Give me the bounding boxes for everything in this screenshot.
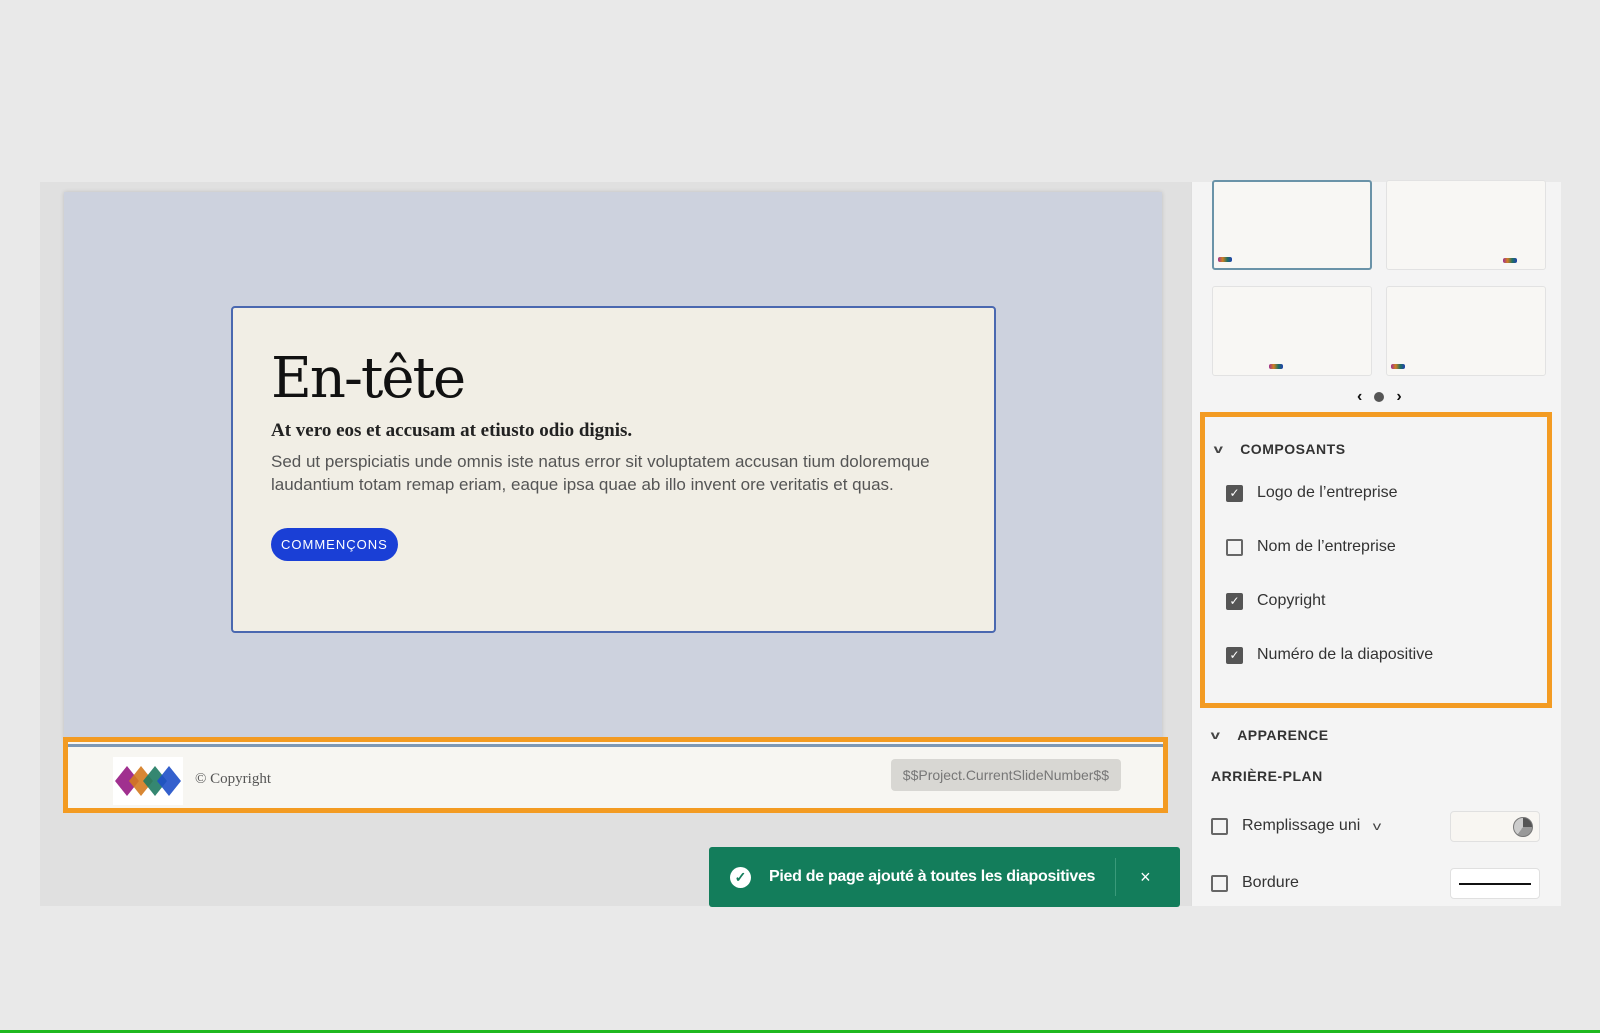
chevron-right-icon[interactable]: › bbox=[1396, 388, 1401, 406]
checkbox-checked[interactable]: ✓ bbox=[1226, 592, 1243, 610]
components-title: COMPOSANTS bbox=[1240, 441, 1346, 457]
layout-thumbnail[interactable] bbox=[1386, 180, 1546, 270]
appearance-title: APPARENCE bbox=[1237, 727, 1329, 743]
footer-slide-number: $$Project.CurrentSlideNumber$$ bbox=[890, 759, 1121, 791]
checkbox-checked[interactable]: ✓ bbox=[1226, 484, 1243, 502]
appearance-header[interactable]: v APPARENCE bbox=[1210, 727, 1329, 743]
footer-inner: © Copyright $$Project.CurrentSlideNumber… bbox=[68, 744, 1163, 808]
slide-footer[interactable]: © Copyright $$Project.CurrentSlideNumber… bbox=[63, 737, 1168, 813]
company-logo-icon bbox=[113, 757, 183, 805]
chevron-down-icon: v bbox=[1210, 728, 1221, 742]
thumbnail-pager: ‹ › bbox=[1357, 388, 1402, 406]
border-checkbox[interactable]: Bordure bbox=[1211, 874, 1299, 892]
border-style-select[interactable] bbox=[1450, 868, 1540, 899]
checkbox-checked[interactable]: ✓ bbox=[1226, 646, 1243, 664]
border-label: Bordure bbox=[1242, 874, 1299, 891]
close-icon[interactable]: × bbox=[1140, 867, 1151, 888]
chevron-down-icon[interactable]: v bbox=[1373, 819, 1381, 833]
checkbox-label: Copyright bbox=[1257, 592, 1326, 609]
chevron-down-icon: v bbox=[1213, 442, 1224, 456]
check-circle-icon: ✓ bbox=[730, 866, 751, 888]
success-toast: ✓ Pied de page ajouté à toutes les diapo… bbox=[709, 847, 1180, 907]
background-label: ARRIÈRE-PLAN bbox=[1211, 768, 1323, 784]
checkbox[interactable] bbox=[1211, 817, 1228, 835]
layout-thumbnail[interactable] bbox=[1212, 180, 1372, 270]
solid-fill-checkbox[interactable]: Remplissage uni v bbox=[1211, 817, 1381, 835]
solid-fill-label: Remplissage uni bbox=[1242, 817, 1361, 834]
slide-body: Sed ut perspiciatis unde omnis iste natu… bbox=[271, 451, 930, 494]
checkbox-label: Logo de l’entreprise bbox=[1257, 484, 1398, 501]
fill-color-swatch[interactable] bbox=[1450, 811, 1540, 842]
checkbox-label: Numéro de la diapositive bbox=[1257, 646, 1434, 663]
company-name-checkbox[interactable]: Nom de l’entreprise bbox=[1226, 538, 1396, 556]
start-button[interactable]: COMMENÇONS bbox=[271, 527, 398, 561]
chevron-left-icon[interactable]: ‹ bbox=[1357, 388, 1362, 406]
checkbox-label: Nom de l’entreprise bbox=[1257, 538, 1396, 555]
company-logo-checkbox[interactable]: ✓ Logo de l’entreprise bbox=[1226, 484, 1398, 502]
checkbox[interactable] bbox=[1226, 538, 1243, 556]
slide-subtitle: At vero eos et accusam at etiusto odio d… bbox=[271, 419, 633, 441]
footer-copyright: © Copyright bbox=[195, 771, 271, 787]
toast-message: Pied de page ajouté à toutes les diaposi… bbox=[769, 868, 1096, 885]
slide-title: En-tête bbox=[271, 346, 466, 411]
components-section: v COMPOSANTS ✓ Logo de l’entreprise Nom … bbox=[1200, 412, 1552, 708]
components-header[interactable]: v COMPOSANTS bbox=[1213, 441, 1346, 457]
layout-thumbnail[interactable] bbox=[1212, 286, 1372, 376]
toast-divider bbox=[1115, 858, 1117, 896]
layout-thumbnail[interactable] bbox=[1386, 286, 1546, 376]
content-card[interactable]: En-tête At vero eos et accusam at etiust… bbox=[231, 306, 996, 633]
color-picker-icon bbox=[1513, 817, 1533, 837]
copyright-checkbox[interactable]: ✓ Copyright bbox=[1226, 592, 1325, 610]
slide-number-checkbox[interactable]: ✓ Numéro de la diapositive bbox=[1226, 646, 1433, 664]
line-style-icon bbox=[1459, 883, 1531, 885]
checkbox[interactable] bbox=[1211, 874, 1228, 892]
page-dot[interactable] bbox=[1374, 392, 1385, 402]
